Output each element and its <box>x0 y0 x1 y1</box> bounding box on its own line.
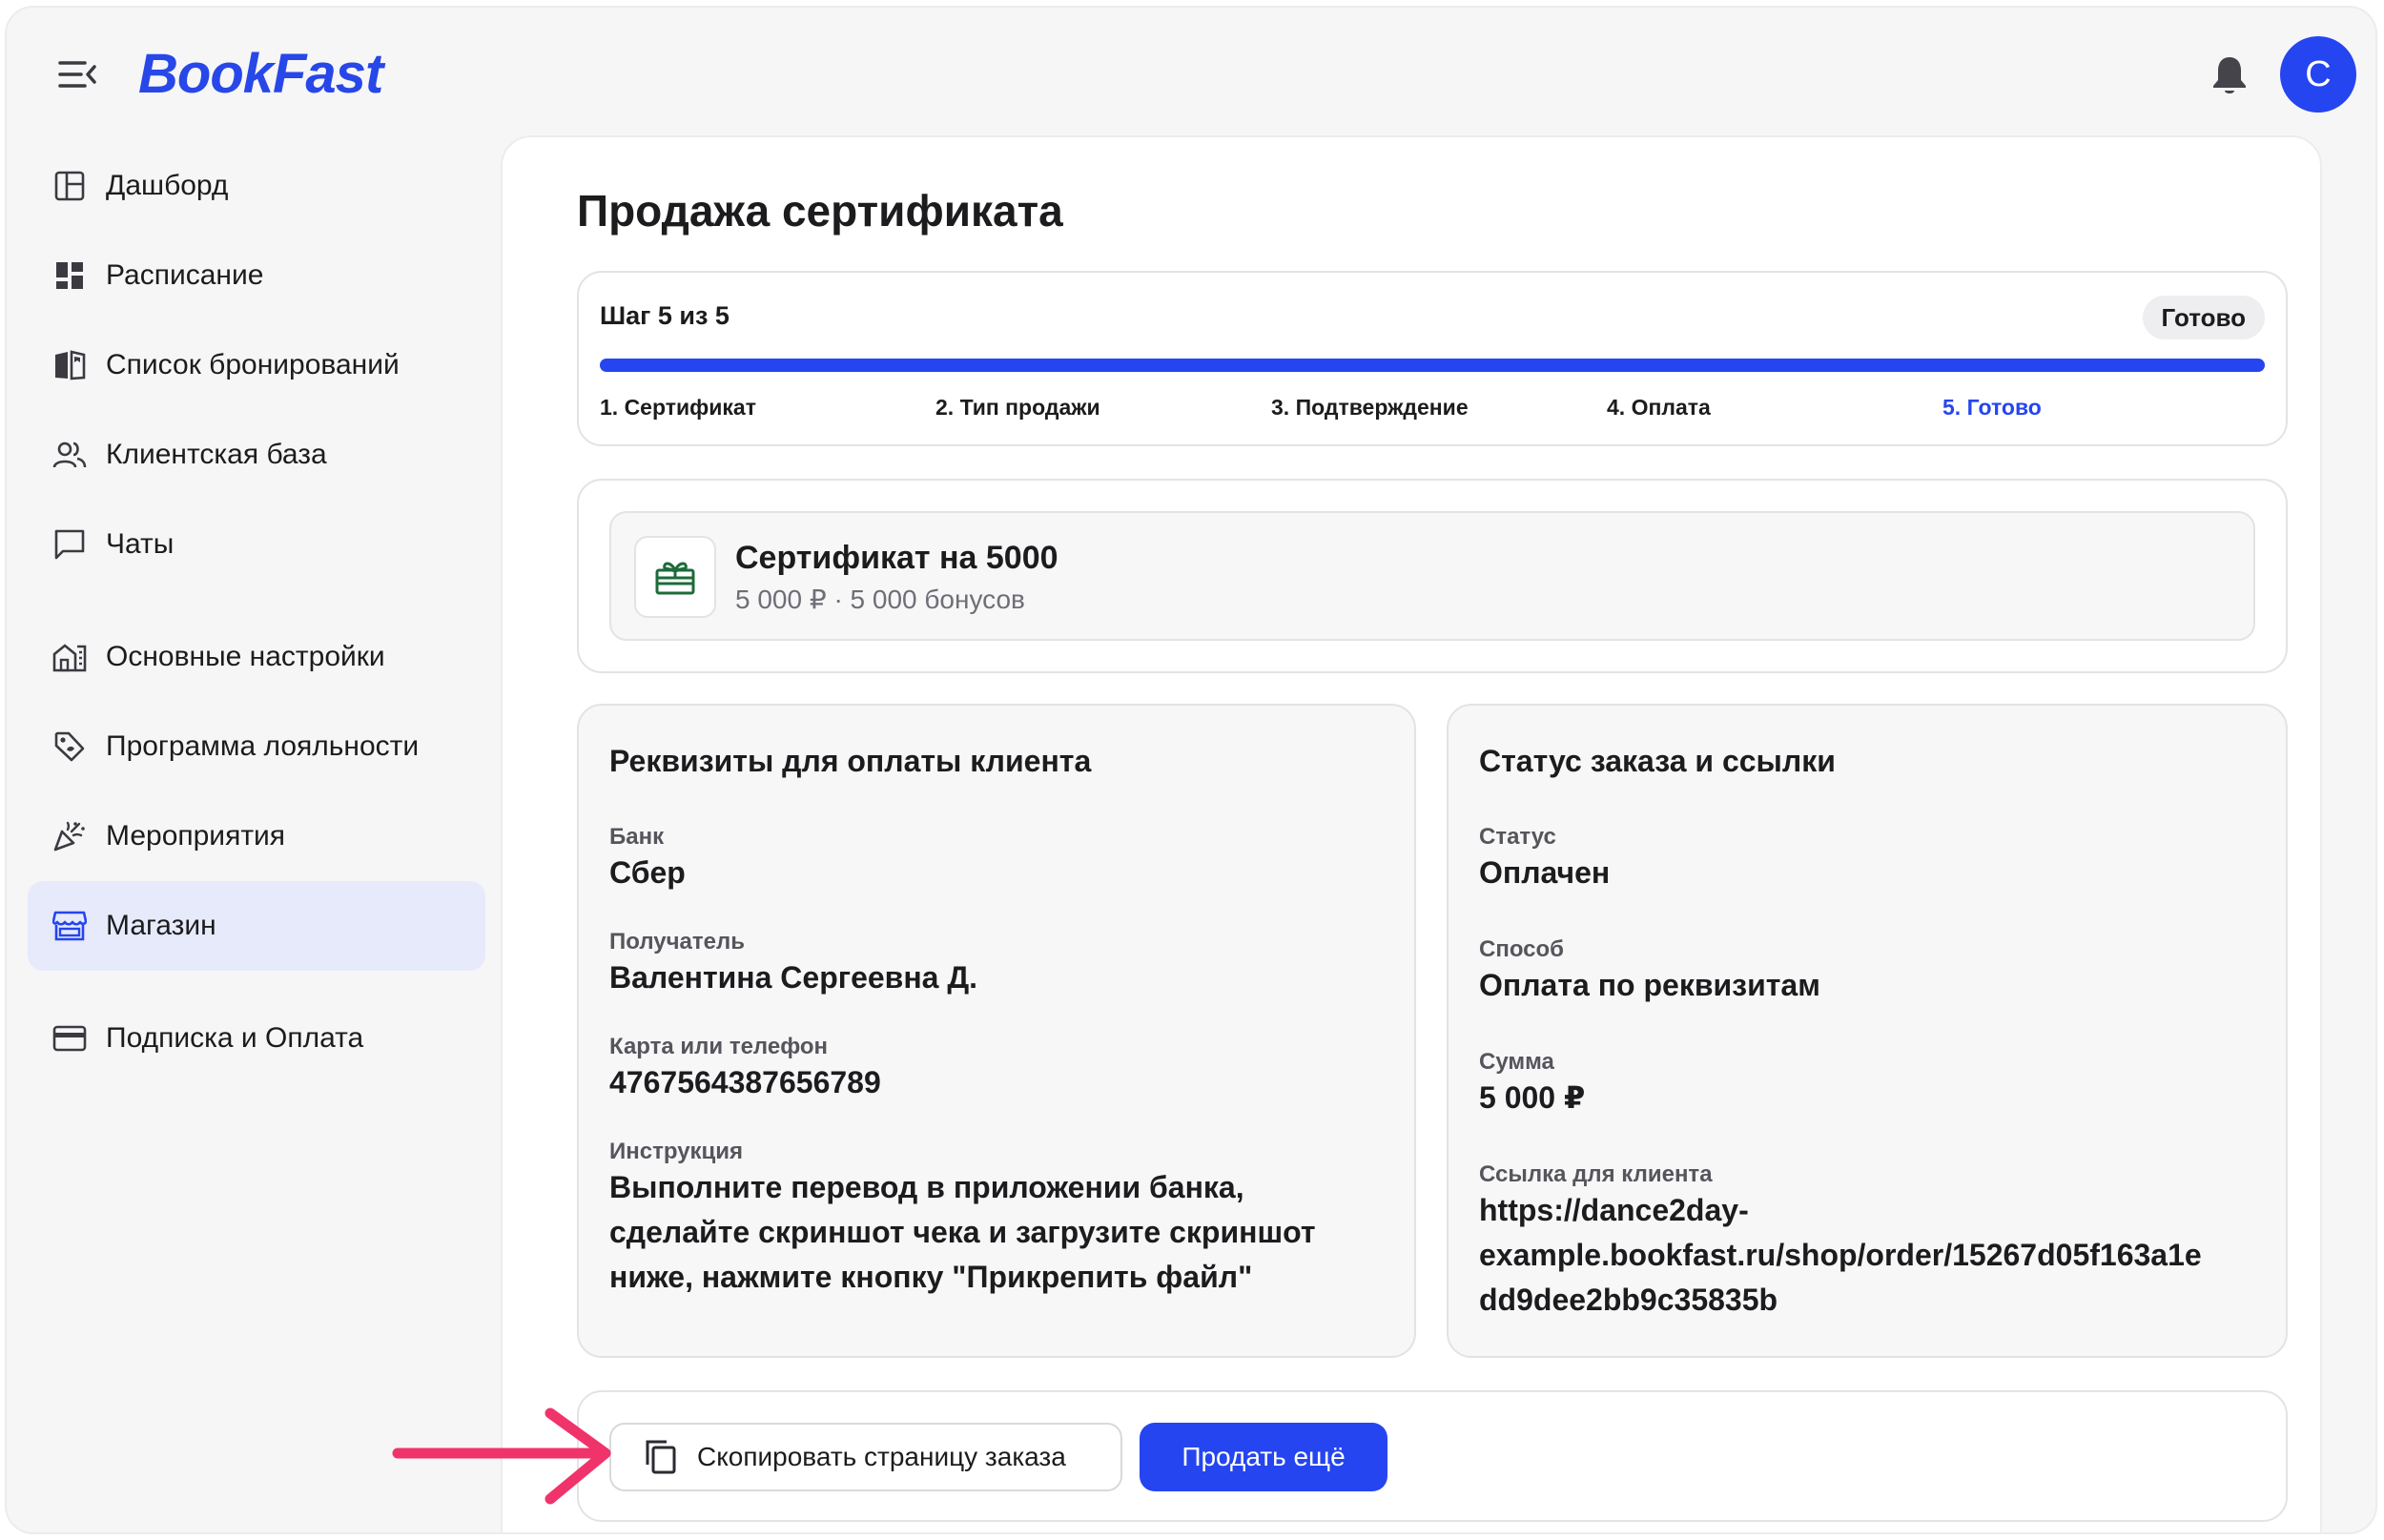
stepper-card: Шаг 5 из 5 Готово 1. Сертификат 2. Тип п… <box>577 271 2288 446</box>
sidebar-item-label: Подписка и Оплата <box>106 1022 364 1054</box>
sidebar-item-label: Клиентская база <box>106 439 327 470</box>
menu-collapse-icon[interactable] <box>56 57 98 92</box>
app-logo[interactable]: BookFast <box>138 42 383 106</box>
amount-value: 5 000 ₽ <box>1479 1080 1586 1115</box>
method-value: Оплата по реквизитам <box>1479 968 1820 1002</box>
sidebar-item-label: Чаты <box>106 528 175 560</box>
client-link-label: Ссылка для клиента <box>1479 1161 1713 1187</box>
instruction-label: Инструкция <box>609 1139 744 1164</box>
method-label: Способ <box>1479 936 1565 962</box>
instruction-line: Выполните перевод в приложении банка, <box>609 1170 1244 1204</box>
copy-order-page-button[interactable]: Скопировать страницу заказа <box>609 1423 1122 1491</box>
sidebar-item-clients[interactable]: Клиентская база <box>28 410 485 500</box>
step-done: 5. Готово <box>1942 395 2042 420</box>
card-value: 4767564387656789 <box>609 1065 881 1099</box>
payment-details-title: Реквизиты для оплаты клиента <box>609 744 1092 778</box>
recipient-value: Валентина Сергеевна Д. <box>609 960 978 995</box>
sidebar-item-label: Программа лояльности <box>106 730 420 762</box>
progress-bar <box>600 359 2265 372</box>
sidebar-item-label: Расписание <box>106 259 264 291</box>
client-link-line[interactable]: dd9dee2bb9c35835b <box>1479 1278 1778 1323</box>
product-title: Сертификат на 5000 <box>735 540 1058 576</box>
sidebar-item-label: Магазин <box>106 910 216 941</box>
app-window: BookFast С Дашборд Расписание Список бро… <box>5 6 2377 1534</box>
copy-order-page-label: Скопировать страницу заказа <box>697 1442 1066 1471</box>
sidebar-item-subscription[interactable]: Подписка и Оплата <box>28 994 485 1083</box>
sell-more-button[interactable]: Продать ещё <box>1140 1423 1387 1491</box>
party-popper-icon <box>51 817 89 855</box>
payment-details-panel: Реквизиты для оплаты клиента Банк Сбер П… <box>577 704 1416 1358</box>
card-label: Карта или телефон <box>609 1034 829 1059</box>
product-summary: Сертификат на 5000 5 000 ₽ · 5 000 бонус… <box>609 511 2255 641</box>
order-status-title: Статус заказа и ссылки <box>1479 744 1836 778</box>
gift-icon <box>634 536 716 618</box>
client-link-line[interactable]: https://dance2day- <box>1479 1188 1749 1233</box>
sidebar-item-chats[interactable]: Чаты <box>28 500 485 589</box>
sidebar-item-store[interactable]: Магазин <box>28 881 485 971</box>
sidebar-item-events[interactable]: Мероприятия <box>28 791 485 881</box>
tag-icon <box>51 728 89 766</box>
bank-value: Сбер <box>609 855 686 890</box>
sidebar-item-label: Список бронирований <box>106 349 400 380</box>
product-subtitle: 5 000 ₽ · 5 000 бонусов <box>735 585 1025 614</box>
avatar[interactable]: С <box>2280 36 2356 113</box>
main-content: Продажа сертификата Шаг 5 из 5 Готово 1.… <box>501 135 2322 1532</box>
chat-icon <box>51 525 89 564</box>
sidebar-item-bookings[interactable]: Список бронирований <box>28 320 485 410</box>
order-status-panel: Статус заказа и ссылки Статус Оплачен Сп… <box>1447 704 2288 1358</box>
status-label: Статус <box>1479 824 1556 850</box>
sidebar-item-loyalty[interactable]: Программа лояльности <box>28 702 485 791</box>
step-confirmation: 3. Подтверждение <box>1271 395 1469 420</box>
annotation-arrow <box>392 1407 611 1505</box>
bell-icon[interactable] <box>2209 53 2250 97</box>
product-card: Сертификат на 5000 5 000 ₽ · 5 000 бонус… <box>577 479 2288 673</box>
sidebar-item-schedule[interactable]: Расписание <box>28 231 485 320</box>
step-counter: Шаг 5 из 5 <box>600 301 730 330</box>
users-icon <box>51 436 89 474</box>
store-icon <box>51 907 89 945</box>
step-payment: 4. Оплата <box>1607 395 1711 420</box>
amount-label: Сумма <box>1479 1049 1554 1075</box>
dashboard-icon <box>51 167 89 205</box>
instruction-line: ниже, нажмите кнопку "Прикрепить файл" <box>609 1260 1253 1294</box>
status-badge: Готово <box>2142 296 2265 339</box>
sidebar-item-dashboard[interactable]: Дашборд <box>28 141 485 231</box>
sidebar-item-label: Мероприятия <box>106 820 286 852</box>
book-open-icon <box>51 346 89 384</box>
actions-card: Скопировать страницу заказа Продать ещё <box>577 1390 2288 1522</box>
copy-icon <box>646 1440 676 1474</box>
building-settings-icon <box>51 638 89 676</box>
step-sale-type: 2. Тип продажи <box>935 395 1100 420</box>
schedule-grid-icon <box>51 257 89 295</box>
sidebar-item-label: Дашборд <box>106 170 229 201</box>
step-certificate: 1. Сертификат <box>600 395 756 420</box>
recipient-label: Получатель <box>609 929 745 955</box>
bank-label: Банк <box>609 824 665 850</box>
client-link-line[interactable]: example.bookfast.ru/shop/order/15267d05f… <box>1479 1233 2202 1278</box>
status-value: Оплачен <box>1479 855 1611 890</box>
instruction-line: сделайте скриншот чека и загрузите скрин… <box>609 1215 1316 1249</box>
sidebar-item-settings[interactable]: Основные настройки <box>28 612 485 702</box>
progress-fill <box>600 359 2265 372</box>
credit-card-icon <box>51 1019 89 1057</box>
page-title: Продажа сертификата <box>577 186 1063 236</box>
sidebar-item-label: Основные настройки <box>106 641 385 672</box>
